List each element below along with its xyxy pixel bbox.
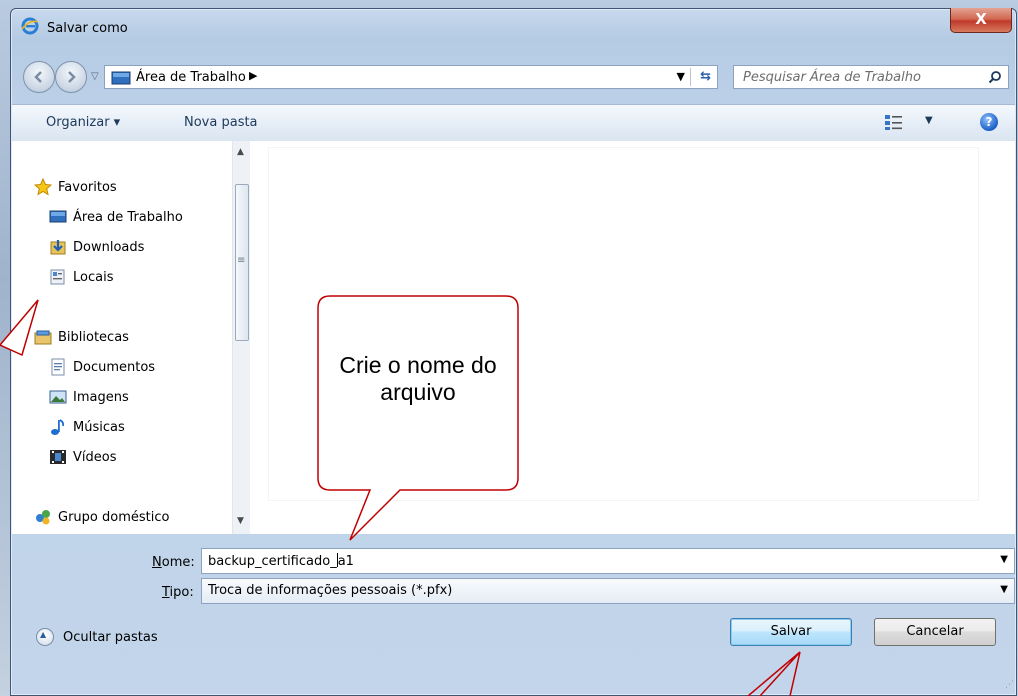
- address-location[interactable]: Área de Trabalho: [136, 70, 246, 85]
- dialog-title: Salvar como: [47, 21, 128, 36]
- close-button[interactable]: X: [950, 8, 1012, 33]
- address-separator: [690, 68, 691, 86]
- star-icon: [34, 178, 52, 196]
- desktop-icon: [111, 71, 131, 85]
- nav-item-label: Imagens: [73, 389, 129, 405]
- view-dropdown-icon[interactable]: ▼: [925, 115, 933, 126]
- name-label-rest: ome:: [161, 555, 195, 570]
- file-list[interactable]: [250, 141, 1015, 534]
- help-icon[interactable]: ?: [980, 113, 998, 131]
- nav-item-area-de-trabalho[interactable]: Área de Trabalho: [49, 206, 183, 228]
- file-name-value-start: backup_certificado_: [208, 554, 337, 569]
- address-bar[interactable]: Área de Trabalho ▶ ▼ ⇆: [104, 65, 718, 89]
- nav-item-label: Documentos: [73, 359, 156, 375]
- videos-icon: [50, 450, 66, 464]
- navigation-pane: Favoritos Área de Trabalho Downloads Loc…: [12, 141, 232, 534]
- desktop-icon: [49, 210, 67, 223]
- nav-item-label: Downloads: [73, 239, 145, 255]
- nav-item-label: Grupo doméstico: [58, 509, 170, 525]
- images-icon: [49, 390, 67, 404]
- chevron-up-icon: [36, 628, 54, 646]
- type-label-accelerator: T: [162, 585, 170, 600]
- recent-pages-dropdown[interactable]: ▽: [91, 71, 99, 82]
- new-folder-button[interactable]: Nova pasta: [184, 115, 258, 130]
- view-options-icon[interactable]: [884, 113, 904, 131]
- scroll-up-icon[interactable]: ▲: [237, 147, 244, 157]
- resize-grip-icon[interactable]: ⋰: [1005, 680, 1014, 690]
- file-type-dropdown-icon[interactable]: ▼: [1000, 584, 1008, 595]
- file-name-value-end: a1: [337, 554, 354, 569]
- nav-item-documentos[interactable]: Documentos: [49, 356, 155, 378]
- documents-icon: [51, 358, 65, 376]
- scroll-grip-icon: ≡: [237, 255, 246, 266]
- nav-item-favoritos[interactable]: Favoritos: [34, 176, 117, 198]
- nav-pane-scrollbar[interactable]: ▲ ≡ ▼: [232, 141, 250, 534]
- search-icon[interactable]: [988, 70, 1002, 84]
- hide-folders-button[interactable]: Ocultar pastas: [36, 628, 158, 646]
- places-icon: [50, 269, 65, 285]
- arrow-left-icon: [34, 71, 42, 83]
- nav-item-grupo-domestico[interactable]: Grupo doméstico: [34, 506, 169, 528]
- nav-item-bibliotecas[interactable]: Bibliotecas: [34, 326, 129, 348]
- nav-item-imagens[interactable]: Imagens: [49, 386, 129, 408]
- command-bar: Organizar ▾ Nova pasta ▼ ?: [12, 104, 1015, 142]
- arrow-right-icon: [68, 71, 76, 83]
- homegroup-icon: [36, 510, 50, 525]
- nav-item-label: Bibliotecas: [58, 329, 129, 345]
- title-bar: Salvar como X: [11, 8, 1016, 39]
- nav-item-videos[interactable]: Vídeos: [49, 446, 116, 468]
- name-label: Nome:: [152, 555, 195, 570]
- nav-item-locais[interactable]: Locais: [49, 266, 113, 288]
- back-button[interactable]: [23, 61, 55, 93]
- search-placeholder: Pesquisar Área de Trabalho: [743, 70, 921, 85]
- nav-item-downloads[interactable]: Downloads: [49, 236, 144, 258]
- downloads-icon: [50, 240, 66, 255]
- forward-button[interactable]: [55, 61, 87, 93]
- callout-text: Crie o nome do arquivo: [339, 352, 497, 405]
- nav-item-label: Área de Trabalho: [73, 209, 183, 225]
- refresh-icon[interactable]: ⇆: [700, 69, 711, 84]
- cancel-button[interactable]: Cancelar: [874, 618, 996, 646]
- scroll-down-icon[interactable]: ▼: [237, 516, 244, 526]
- address-dropdown-icon[interactable]: ▼: [677, 70, 685, 83]
- search-input[interactable]: Pesquisar Área de Trabalho: [733, 65, 1009, 89]
- hide-folders-label: Ocultar pastas: [63, 629, 158, 645]
- file-name-input[interactable]: backup_certificado_a1 ▼: [201, 548, 1015, 574]
- save-button[interactable]: Salvar: [730, 618, 852, 646]
- breadcrumb-chevron-icon[interactable]: ▶: [249, 69, 257, 82]
- nav-item-label: Músicas: [73, 419, 125, 435]
- type-label: Tipo:: [162, 585, 194, 600]
- music-icon: [51, 419, 65, 435]
- nav-item-label: Vídeos: [73, 449, 117, 465]
- nav-item-musicas[interactable]: Músicas: [49, 416, 125, 438]
- file-type-value: Troca de informações pessoais (*.pfx): [208, 583, 453, 598]
- nav-item-label: Favoritos: [58, 179, 117, 195]
- file-type-select[interactable]: Troca de informações pessoais (*.pfx) ▼: [201, 578, 1015, 604]
- library-icon: [34, 330, 52, 345]
- content-area: Favoritos Área de Trabalho Downloads Loc…: [12, 141, 1015, 534]
- save-form: Nome: backup_certificado_a1 ▼ Tipo: Troc…: [12, 534, 1015, 694]
- type-label-rest: ipo:: [169, 585, 194, 600]
- organize-menu[interactable]: Organizar ▾: [46, 115, 120, 130]
- name-label-accelerator: N: [152, 555, 162, 570]
- nav-item-label: Locais: [73, 269, 114, 285]
- internet-explorer-icon: [21, 17, 39, 35]
- file-list-inner: [268, 147, 979, 501]
- file-name-dropdown-icon[interactable]: ▼: [1000, 554, 1008, 565]
